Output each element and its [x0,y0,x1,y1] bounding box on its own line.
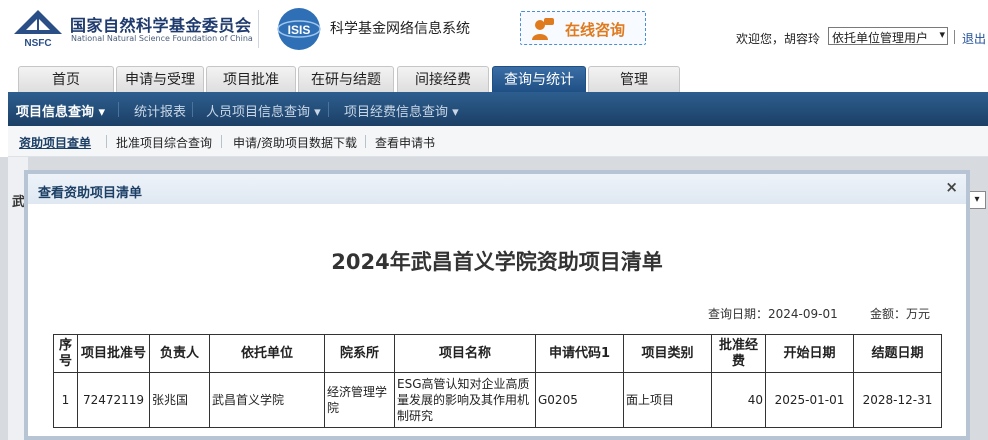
role-select-value: 依托单位管理用户 [832,31,929,45]
sub-nav: 资助项目查单 批准项目综合查询 申请/资助项目数据下载 查看申请书 [8,126,988,157]
cell-leader: 张兆国 [149,372,210,428]
isis-logo: ISIS [277,8,321,50]
header: NSFC 国家自然科学基金委员会 National Natural Scienc… [0,0,988,62]
logout-link[interactable]: 退出 [962,30,986,47]
table-header-row: 序号 项目批准号 负责人 依托单位 院系所 项目名称 申请代码1 项目类别 批准… [53,334,942,373]
subnav-separator [221,135,222,148]
system-name: 科学基金网络信息系统 [330,21,470,37]
welcome-text: 欢迎您，胡容玲 [736,32,821,46]
tab-approval[interactable]: 项目批准 [206,66,296,92]
close-icon[interactable]: × [945,178,958,196]
column-header: 院系所 [324,334,395,373]
cell-approval-no: 72472119 [77,372,150,428]
cell-institution: 武昌首义学院 [209,372,325,428]
column-header: 项目类别 [623,334,712,373]
menu-person-project-query[interactable]: 人员项目信息查询 ▾ [206,101,321,120]
menu-separator [192,102,193,117]
column-header: 项目批准号 [77,334,150,373]
chevron-down-icon: ▾ [939,28,945,41]
dialog-titlebar: 查看资助项目清单 × [28,174,966,204]
column-header: 依托单位 [209,334,325,373]
menu-statistics-report[interactable]: 统计报表 [134,101,186,120]
org-name-en: National Natural Science Foundation of C… [71,34,253,43]
nsfc-logo-text: NSFC [24,38,51,48]
column-header: 负责人 [149,334,210,373]
funded-project-dialog: 查看资助项目清单 × 2024年武昌首义学院资助项目清单 查询日期：2024-0… [24,170,970,440]
subnav-data-download[interactable]: 申请/资助项目数据下载 [233,134,357,151]
menu-separator [328,102,329,117]
column-header: 申请代码1 [535,334,624,373]
funded-project-table: 序号 项目批准号 负责人 依托单位 院系所 项目名称 申请代码1 项目类别 批准… [53,334,942,428]
subnav-funded-project-list[interactable]: 资助项目查单 [19,134,91,151]
subnav-view-application[interactable]: 查看申请书 [375,134,435,151]
cell-end-date: 2028-12-31 [853,372,942,428]
query-date: 查询日期：2024-09-01 [708,307,838,321]
isis-logo-text: ISIS [288,23,311,37]
nsfc-logo: NSFC [14,10,62,48]
cell-project-type: 面上项目 [623,372,712,428]
column-header: 开始日期 [765,334,854,373]
cell-apply-code: G0205 [535,372,624,428]
column-header: 项目名称 [394,334,536,373]
cell-start-date: 2025-01-01 [765,372,854,428]
menu-separator [118,102,119,117]
online-consult-button[interactable]: 在线咨询 [520,11,646,45]
column-header: 结题日期 [853,334,942,373]
background-select[interactable]: ▾ [968,191,986,209]
subnav-approved-project-query[interactable]: 批准项目综合查询 [116,134,212,151]
subnav-separator [365,135,366,148]
cell-funding: 40 [711,372,766,428]
column-header: 批准经费 [711,334,766,373]
cell-department: 经济管理学院 [324,372,395,428]
dialog-title: 查看资助项目清单 [38,186,143,201]
menu-project-info-query[interactable]: 项目信息查询 ▾ [16,101,105,120]
role-select[interactable]: 依托单位管理用户 ▾ [828,27,948,45]
column-header: 序号 [53,334,78,373]
main-tabs: 首页 申请与受理 项目批准 在研与结题 间接经费 查询与统计 管理 [0,62,988,92]
online-consult-label: 在线咨询 [565,21,626,39]
tab-home[interactable]: 首页 [18,66,114,92]
report-title: 2024年武昌首义学院资助项目清单 [331,250,663,274]
cell-index: 1 [53,372,78,428]
org-name-cn: 国家自然科学基金委员会 [70,16,252,35]
amount-unit: 金额：万元 [870,307,931,321]
tab-query-statistics[interactable]: 查询与统计 [492,66,586,92]
tab-indirect-funds[interactable]: 间接经费 [397,66,489,92]
tab-management[interactable]: 管理 [588,66,680,92]
menu-bar: 项目信息查询 ▾ 统计报表 人员项目信息查询 ▾ 项目经费信息查询 ▾ [8,92,988,126]
menu-project-funds-query[interactable]: 项目经费信息查询 ▾ [344,101,459,120]
tab-application[interactable]: 申请与受理 [116,66,204,92]
consult-person-icon [532,18,554,40]
subnav-separator [106,135,107,148]
header-divider [258,10,259,48]
tab-ongoing[interactable]: 在研与结题 [298,66,394,92]
cell-project-name: ESG高管认知对企业高质量发展的影响及其作用机制研究 [394,372,536,428]
table-row: 1 72472119 张兆国 武昌首义学院 经济管理学院 ESG高管认知对企业高… [53,372,942,428]
header-separator [954,30,955,44]
